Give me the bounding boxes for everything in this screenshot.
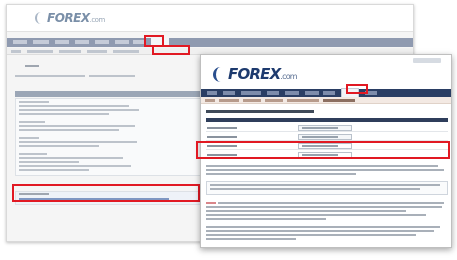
front-text-line: [206, 169, 444, 171]
front-subnav-item[interactable]: [219, 99, 239, 102]
front-sub-nav: [201, 97, 451, 104]
back-subnav-item[interactable]: [11, 50, 21, 53]
form-row: [206, 124, 448, 132]
highlight-section-link: [12, 184, 200, 202]
form-select[interactable]: [298, 134, 352, 140]
form-row-label: [207, 127, 237, 129]
back-nav-item[interactable]: [115, 40, 129, 44]
back-text-line: [19, 169, 89, 171]
front-brand-suffix: .com: [280, 72, 297, 81]
front-subnav-item[interactable]: [265, 99, 283, 102]
front-main-nav: [201, 89, 451, 97]
back-subnav-item[interactable]: [27, 50, 53, 53]
back-text-line: [19, 109, 139, 111]
back-text-line: [19, 165, 131, 167]
back-text-line: [19, 141, 137, 143]
front-top-button[interactable]: [413, 58, 441, 63]
front-subnav-item[interactable]: [243, 99, 261, 102]
front-text-line: [206, 226, 440, 228]
back-logo[interactable]: FOREX.com: [35, 11, 105, 25]
back-section-header: [15, 91, 205, 97]
front-nav-item[interactable]: [323, 91, 335, 95]
front-warning-mark: [206, 202, 216, 204]
front-nav-item[interactable]: [223, 91, 235, 95]
back-text-line: [19, 137, 39, 139]
highlight-subnav-link: [152, 45, 190, 55]
front-text-line: [206, 230, 434, 232]
front-text-line: [206, 238, 296, 240]
front-text-line: [206, 206, 442, 208]
back-brand-suffix: .com: [89, 16, 106, 24]
front-nav-item[interactable]: [241, 91, 261, 95]
back-text-line: [19, 157, 123, 159]
front-form-header: [206, 118, 448, 122]
form-row: [206, 133, 448, 141]
front-text-line: [210, 184, 440, 186]
back-text-line: [19, 145, 99, 147]
back-text-line: [19, 153, 47, 155]
back-nav-item[interactable]: [33, 40, 49, 44]
front-nav-item[interactable]: [285, 91, 299, 95]
front-nav-item[interactable]: [267, 91, 279, 95]
front-text-line: [206, 234, 416, 236]
back-text-line: [19, 101, 49, 103]
back-text-line: [19, 113, 109, 115]
form-select[interactable]: [298, 125, 352, 131]
front-text-line: [210, 188, 420, 190]
front-subnav-item-active[interactable]: [323, 99, 355, 102]
back-text-line: [19, 105, 129, 107]
highlight-front-nav-tab: [346, 84, 368, 94]
back-nav-item[interactable]: [13, 40, 27, 44]
back-subnav-item[interactable]: [113, 50, 139, 53]
back-text-line: [19, 129, 119, 131]
front-text-line: [206, 210, 406, 212]
forex-logo-icon: [213, 67, 226, 82]
front-text-line: [206, 214, 426, 216]
back-subnav-item[interactable]: [59, 50, 81, 53]
front-text-line: [206, 218, 326, 220]
back-text-line: [19, 161, 79, 163]
back-text-line: [15, 75, 85, 77]
front-text-line: [206, 165, 438, 167]
front-text-line: [218, 202, 444, 204]
front-text-line: [206, 173, 356, 175]
front-brand: FOREX: [228, 65, 281, 83]
highlight-front-row: [196, 141, 450, 159]
back-text-line: [89, 75, 135, 77]
back-main-nav: [7, 38, 413, 47]
front-subnav-item[interactable]: [205, 99, 215, 102]
front-nav-item[interactable]: [305, 91, 319, 95]
front-logo[interactable]: FOREX.com: [213, 65, 298, 83]
front-subnav-item[interactable]: [287, 99, 319, 102]
back-page-title: [25, 65, 39, 67]
form-row-label: [207, 136, 237, 138]
back-nav-item[interactable]: [55, 40, 69, 44]
front-header: FOREX.com: [201, 55, 451, 89]
back-subnav-item[interactable]: [87, 50, 107, 53]
front-nav-item[interactable]: [207, 91, 217, 95]
back-text-line: [19, 121, 45, 123]
back-brand: FOREX: [47, 11, 90, 25]
back-nav-item[interactable]: [95, 40, 109, 44]
forex-logo-icon: [35, 12, 45, 24]
back-header: FOREX.com: [7, 5, 413, 32]
front-page-title: [206, 110, 314, 113]
back-nav-item[interactable]: [75, 40, 89, 44]
back-text-line: [19, 125, 135, 127]
